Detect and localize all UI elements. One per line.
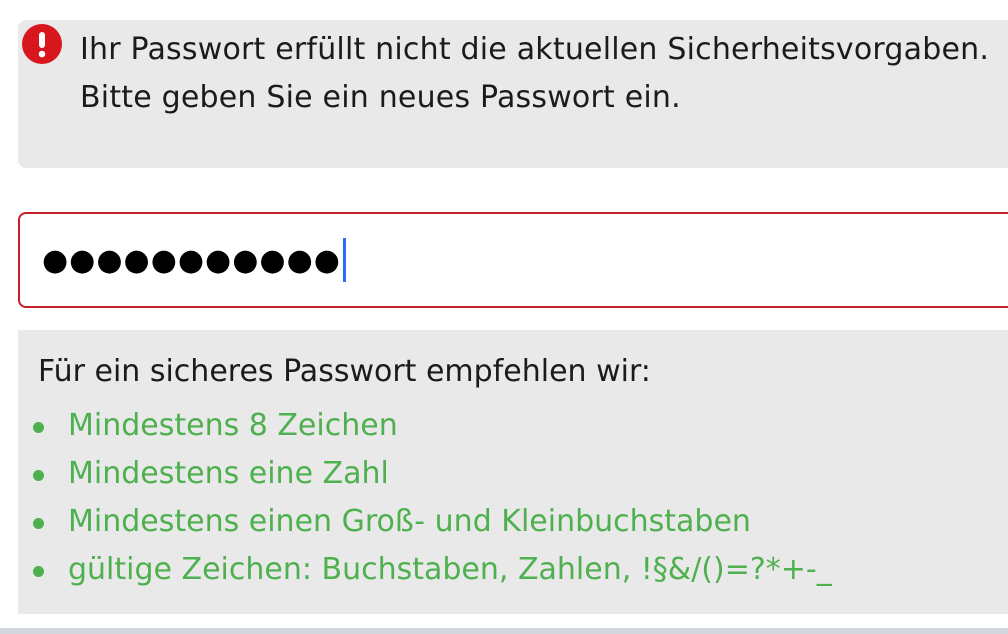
error-alert: Ihr Passwort erfüllt nicht die aktuellen… [18,20,1008,168]
password-masked-value: ●●●●●●●●●●● [42,242,341,278]
recommendation-text: Mindestens einen Groß- und Kleinbuchstab… [68,504,751,539]
bullet-icon [33,566,44,577]
password-input[interactable]: ●●●●●●●●●●● [18,212,1008,308]
text-cursor [342,238,346,282]
recommendation-text: Mindestens 8 Zeichen [68,408,398,443]
list-item: Mindestens eine Zahl [18,450,832,498]
bullet-icon [33,470,44,481]
recommendations-title: Für ein sicheres Passwort empfehlen wir: [38,354,651,389]
recommendations-list: Mindestens 8 Zeichen Mindestens eine Zah… [18,402,832,594]
password-value-wrapper: ●●●●●●●●●●● [42,236,346,284]
error-message: Ihr Passwort erfüllt nicht die aktuellen… [80,32,990,115]
password-change-screen: Ihr Passwort erfüllt nicht die aktuellen… [0,0,1008,634]
list-item: gültige Zeichen: Buchstaben, Zahlen, !§&… [18,546,832,594]
bullet-icon [33,518,44,529]
exclamation-icon [22,24,62,64]
bottom-divider [0,628,1008,634]
recommendation-text: Mindestens eine Zahl [68,456,389,491]
password-recommendations: Für ein sicheres Passwort empfehlen wir:… [18,330,1008,614]
list-item: Mindestens einen Groß- und Kleinbuchstab… [18,498,832,546]
list-item: Mindestens 8 Zeichen [18,402,832,450]
recommendation-text: gültige Zeichen: Buchstaben, Zahlen, !§&… [68,552,832,587]
bullet-icon [33,422,44,433]
